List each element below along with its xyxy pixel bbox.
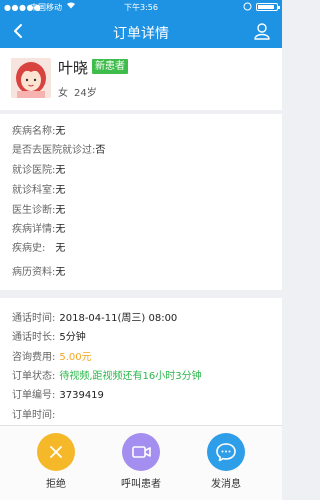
order-row: 通话时长: 5分钟: [12, 332, 86, 343]
reject-button[interactable]: 拒绝: [21, 433, 91, 490]
reject-label: 拒绝: [46, 479, 66, 490]
call-patient-button[interactable]: 呼叫患者: [106, 433, 176, 490]
avatar: [11, 58, 51, 98]
page-title: 订单详情: [113, 26, 169, 42]
detail-row: 疾病详情:无: [12, 224, 66, 235]
send-message-button[interactable]: 发消息: [191, 433, 261, 490]
patient-gender: 女: [58, 88, 68, 99]
detail-row: 疾病史: 无: [12, 243, 66, 254]
order-number: 3739419: [59, 390, 104, 401]
order-row: 订单编号: 3739419: [12, 390, 104, 401]
detail-row: 医生诊断:无: [12, 205, 66, 216]
new-patient-badge: 新患者: [92, 59, 128, 74]
disease-details-card: 疾病名称:无 是否去医院就诊过:否 就诊医院:无 就诊科室:无 医生诊断:无 疾…: [0, 114, 282, 290]
detail-row: 就诊科室:无: [12, 185, 66, 196]
consult-fee: 5.00元: [59, 352, 92, 363]
call-patient-label: 呼叫患者: [121, 479, 161, 490]
order-row: 订单时间:: [12, 410, 56, 421]
send-message-label: 发消息: [211, 479, 241, 490]
patient-profile: 叶晓 新患者 女 24岁: [0, 48, 282, 110]
order-details-card: 通话时间: 2018-04-11(周三) 08:00 通话时长: 5分钟 咨询费用:…: [0, 298, 282, 425]
chat-bubble-icon: [207, 433, 245, 471]
patient-info: 女 24岁: [58, 84, 97, 99]
status-bar: ●●●●● 中国移动 下午3:56: [0, 0, 282, 14]
video-camera-icon: [122, 433, 160, 471]
patient-age: 24岁: [74, 88, 97, 99]
order-row: 咨询费用: 5.00元: [12, 352, 92, 363]
action-toolbar: 拒绝 呼叫患者 发消息: [0, 425, 282, 500]
close-icon: [37, 433, 75, 471]
user-profile-icon[interactable]: [252, 21, 272, 41]
patient-name: 叶晓: [58, 59, 89, 77]
nav-bar: 订单详情: [0, 14, 282, 48]
battery-icon: [256, 3, 280, 11]
order-row: 订单状态: 待视频,距视频还有16小时3分钟: [12, 371, 202, 382]
detail-row: 是否去医院就诊过:否: [12, 145, 106, 156]
order-row: 通话时间: 2018-04-11(周三) 08:00: [12, 313, 178, 324]
orientation-lock-icon: [243, 2, 252, 13]
clock-time: 下午3:56: [124, 3, 158, 12]
detail-row: 就诊医院:无: [12, 165, 66, 176]
order-status: 待视频,距视频还有16小时3分钟: [59, 371, 202, 382]
detail-row: 疾病名称:无: [12, 126, 66, 137]
detail-row[interactable]: 病历资料:无: [12, 263, 65, 278]
